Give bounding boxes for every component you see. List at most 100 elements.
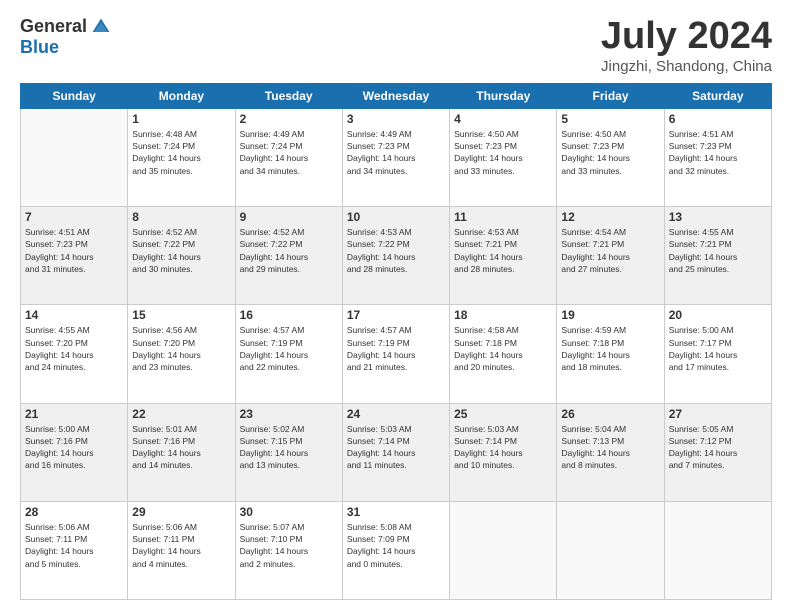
table-row: 8Sunrise: 4:52 AMSunset: 7:22 PMDaylight… bbox=[128, 207, 235, 305]
table-row: 6 Sunrise: 4:51 AMSunset: 7:23 PMDaylight… bbox=[664, 108, 771, 206]
calendar-table: Sunday Monday Tuesday Wednesday Thursday… bbox=[20, 83, 772, 600]
day-info: Sunrise: 5:03 AMSunset: 7:14 PMDaylight:… bbox=[347, 423, 445, 472]
day-info: Sunrise: 5:00 AMSunset: 7:16 PMDaylight:… bbox=[25, 423, 123, 472]
day-number: 1 bbox=[132, 112, 230, 126]
table-row: 15 Sunrise: 4:56 AMSunset: 7:20 PMDayligh… bbox=[128, 305, 235, 403]
table-row: 18 Sunrise: 4:58 AMSunset: 7:18 PMDayligh… bbox=[450, 305, 557, 403]
day-number: 14 bbox=[25, 308, 123, 322]
header-saturday: Saturday bbox=[664, 83, 771, 108]
day-number: 5 bbox=[561, 112, 659, 126]
table-row: 11Sunrise: 4:53 AMSunset: 7:21 PMDayligh… bbox=[450, 207, 557, 305]
table-row: 10 Sunrise: 4:53 AMSunset: 7:22 PMDayligh… bbox=[342, 207, 449, 305]
day-info: Sunrise: 4:51 AMSunset: 7:23 PMDaylight:… bbox=[669, 128, 767, 177]
day-info: Sunrise: 4:58 AMSunset: 7:18 PMDaylight:… bbox=[454, 324, 552, 373]
table-row bbox=[450, 501, 557, 599]
day-number: 21 bbox=[25, 407, 123, 421]
table-row: 3Sunrise: 4:49 AMSunset: 7:23 PMDaylight… bbox=[342, 108, 449, 206]
calendar-week-3: 21 Sunrise: 5:00 AMSunset: 7:16 PMDayligh… bbox=[21, 403, 772, 501]
logo-text: General bbox=[20, 16, 111, 37]
day-info: Sunrise: 4:53 AMSunset: 7:22 PMDaylight:… bbox=[347, 226, 445, 275]
day-info: Sunrise: 4:54 AMSunset: 7:21 PMDaylight:… bbox=[561, 226, 659, 275]
table-row: 24 Sunrise: 5:03 AMSunset: 7:14 PMDayligh… bbox=[342, 403, 449, 501]
table-row: 25 Sunrise: 5:03 AMSunset: 7:14 PMDayligh… bbox=[450, 403, 557, 501]
table-row: 31 Sunrise: 5:08 AMSunset: 7:09 PMDayligh… bbox=[342, 501, 449, 599]
day-info: Sunrise: 4:56 AMSunset: 7:20 PMDaylight:… bbox=[132, 324, 230, 373]
day-info: Sunrise: 5:04 AMSunset: 7:13 PMDaylight:… bbox=[561, 423, 659, 472]
day-number: 19 bbox=[561, 308, 659, 322]
table-row bbox=[664, 501, 771, 599]
day-info: Sunrise: 4:59 AMSunset: 7:18 PMDaylight:… bbox=[561, 324, 659, 373]
day-info: Sunrise: 4:49 AMSunset: 7:23 PMDaylight:… bbox=[347, 128, 445, 177]
header-thursday: Thursday bbox=[450, 83, 557, 108]
table-row: 20 Sunrise: 5:00 AMSunset: 7:17 PMDayligh… bbox=[664, 305, 771, 403]
day-number: 18 bbox=[454, 308, 552, 322]
day-info: Sunrise: 4:50 AMSunset: 7:23 PMDaylight:… bbox=[454, 128, 552, 177]
day-number: 30 bbox=[240, 505, 338, 519]
day-info: Sunrise: 5:01 AMSunset: 7:16 PMDaylight:… bbox=[132, 423, 230, 472]
day-info: Sunrise: 5:05 AMSunset: 7:12 PMDaylight:… bbox=[669, 423, 767, 472]
day-number: 26 bbox=[561, 407, 659, 421]
day-number: 16 bbox=[240, 308, 338, 322]
day-info: Sunrise: 4:51 AMSunset: 7:23 PMDaylight:… bbox=[25, 226, 123, 275]
day-number: 15 bbox=[132, 308, 230, 322]
day-info: Sunrise: 5:06 AMSunset: 7:11 PMDaylight:… bbox=[132, 521, 230, 570]
header-friday: Friday bbox=[557, 83, 664, 108]
day-info: Sunrise: 4:53 AMSunset: 7:21 PMDaylight:… bbox=[454, 226, 552, 275]
day-info: Sunrise: 4:55 AMSunset: 7:20 PMDaylight:… bbox=[25, 324, 123, 373]
page: General Blue July 2024 Jingzhi, Shandong… bbox=[0, 0, 792, 612]
logo: General Blue bbox=[20, 16, 111, 58]
day-number: 28 bbox=[25, 505, 123, 519]
day-info: Sunrise: 4:49 AMSunset: 7:24 PMDaylight:… bbox=[240, 128, 338, 177]
header-sunday: Sunday bbox=[21, 83, 128, 108]
day-info: Sunrise: 4:52 AMSunset: 7:22 PMDaylight:… bbox=[132, 226, 230, 275]
day-number: 12 bbox=[561, 210, 659, 224]
table-row: 28Sunrise: 5:06 AMSunset: 7:11 PMDayligh… bbox=[21, 501, 128, 599]
day-info: Sunrise: 4:55 AMSunset: 7:21 PMDaylight:… bbox=[669, 226, 767, 275]
day-number: 25 bbox=[454, 407, 552, 421]
table-row: 7 Sunrise: 4:51 AMSunset: 7:23 PMDaylight… bbox=[21, 207, 128, 305]
day-number: 31 bbox=[347, 505, 445, 519]
day-number: 17 bbox=[347, 308, 445, 322]
table-row: 22 Sunrise: 5:01 AMSunset: 7:16 PMDayligh… bbox=[128, 403, 235, 501]
logo-general: General bbox=[20, 16, 87, 37]
table-row: 4 Sunrise: 4:50 AMSunset: 7:23 PMDaylight… bbox=[450, 108, 557, 206]
day-number: 4 bbox=[454, 112, 552, 126]
header: General Blue July 2024 Jingzhi, Shandong… bbox=[20, 16, 772, 75]
day-info: Sunrise: 5:02 AMSunset: 7:15 PMDaylight:… bbox=[240, 423, 338, 472]
day-number: 29 bbox=[132, 505, 230, 519]
day-number: 20 bbox=[669, 308, 767, 322]
calendar-week-4: 28 Sunrise: 5:06 AMSunset: 7:11 PMDayligh… bbox=[21, 501, 772, 599]
day-number: 2 bbox=[240, 112, 338, 126]
day-number: 22 bbox=[132, 407, 230, 421]
calendar-week-1: 7 Sunrise: 4:51 AMSunset: 7:23 PMDaylight… bbox=[21, 207, 772, 305]
day-number: 9 bbox=[240, 210, 338, 224]
day-number: 13 bbox=[669, 210, 767, 224]
table-row: 2 Sunrise: 4:49 AMSunset: 7:24 PMDaylight… bbox=[235, 108, 342, 206]
day-number: 7 bbox=[25, 210, 123, 224]
day-info: Sunrise: 5:08 AMSunset: 7:09 PMDaylight:… bbox=[347, 521, 445, 570]
month-title: July 2024 bbox=[601, 16, 772, 58]
header-tuesday: Tuesday bbox=[235, 83, 342, 108]
table-row: 17 Sunrise: 4:57 AMSunset: 7:19 PMDayligh… bbox=[342, 305, 449, 403]
table-row: 21 Sunrise: 5:00 AMSunset: 7:16 PMDayligh… bbox=[21, 403, 128, 501]
day-info: Sunrise: 4:48 AMSunset: 7:24 PMDaylight:… bbox=[132, 128, 230, 177]
day-info: Sunrise: 5:00 AMSunset: 7:17 PMDaylight:… bbox=[669, 324, 767, 373]
table-row: 27 Sunrise: 5:05 AMSunset: 7:12 PMDayligh… bbox=[664, 403, 771, 501]
day-info: Sunrise: 4:52 AMSunset: 7:22 PMDaylight:… bbox=[240, 226, 338, 275]
day-info: Sunrise: 4:57 AMSunset: 7:19 PMDaylight:… bbox=[347, 324, 445, 373]
table-row: 13 Sunrise: 4:55 AMSunset: 7:21 PMDayligh… bbox=[664, 207, 771, 305]
day-number: 27 bbox=[669, 407, 767, 421]
header-monday: Monday bbox=[128, 83, 235, 108]
day-number: 24 bbox=[347, 407, 445, 421]
day-info: Sunrise: 5:07 AMSunset: 7:10 PMDaylight:… bbox=[240, 521, 338, 570]
calendar-header-row: Sunday Monday Tuesday Wednesday Thursday… bbox=[21, 83, 772, 108]
logo-icon bbox=[91, 17, 111, 37]
table-row: 23Sunrise: 5:02 AMSunset: 7:15 PMDayligh… bbox=[235, 403, 342, 501]
header-wednesday: Wednesday bbox=[342, 83, 449, 108]
day-number: 6 bbox=[669, 112, 767, 126]
table-row: 5Sunrise: 4:50 AMSunset: 7:23 PMDaylight… bbox=[557, 108, 664, 206]
calendar-week-0: 1 Sunrise: 4:48 AMSunset: 7:24 PMDaylight… bbox=[21, 108, 772, 206]
table-row bbox=[21, 108, 128, 206]
day-number: 10 bbox=[347, 210, 445, 224]
day-info: Sunrise: 5:03 AMSunset: 7:14 PMDaylight:… bbox=[454, 423, 552, 472]
